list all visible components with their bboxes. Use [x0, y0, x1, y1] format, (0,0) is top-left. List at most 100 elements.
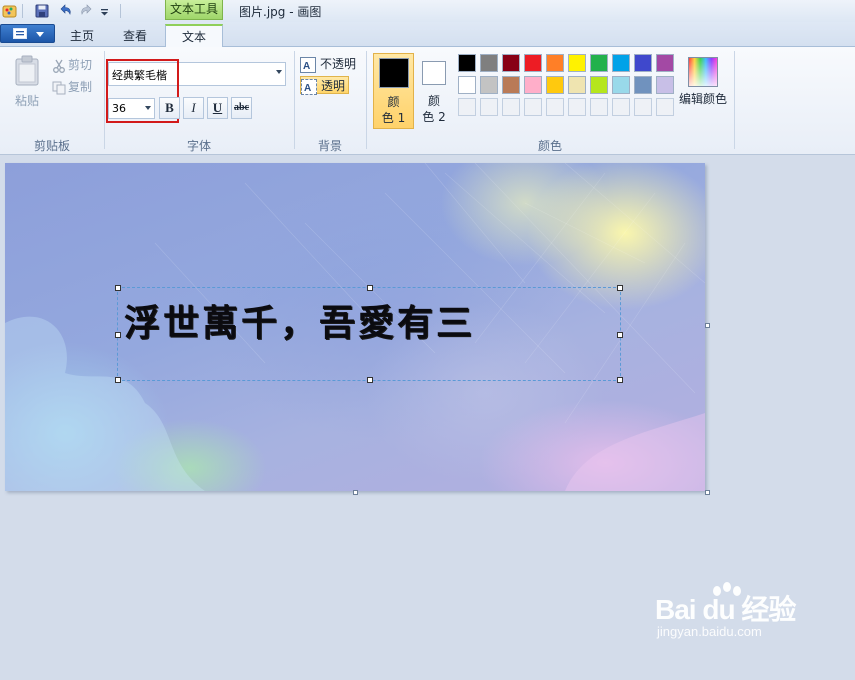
palette-swatch[interactable]	[502, 98, 520, 116]
italic-button[interactable]: I	[183, 97, 204, 119]
transparent-option[interactable]: A 透明	[300, 76, 350, 95]
palette-swatch[interactable]	[612, 54, 630, 72]
ribbon: 粘贴 剪切 复制 剪贴板 经典繁毛楷 36 B I U abc 字体 A 不透明…	[0, 47, 855, 155]
resize-handle[interactable]	[617, 285, 623, 291]
save-icon[interactable]	[34, 3, 50, 19]
chevron-down-icon	[276, 70, 282, 74]
paste-icon	[15, 55, 39, 86]
title-bar: 文本工具 图片.jpg - 画图	[0, 0, 855, 22]
paw-logo-icon	[713, 582, 741, 596]
color1-button[interactable]: 颜 色 1	[373, 53, 414, 129]
color1-label-line1: 颜	[387, 95, 400, 109]
resize-handle[interactable]	[367, 377, 373, 383]
palette-swatch[interactable]	[458, 54, 476, 72]
toolbar-separator	[120, 4, 121, 18]
svg-text:A: A	[304, 83, 311, 94]
palette-swatch[interactable]	[612, 98, 630, 116]
palette-swatch[interactable]	[568, 98, 586, 116]
edit-colors-button[interactable]: 编辑颜色	[678, 55, 728, 107]
palette-swatch[interactable]	[546, 54, 564, 72]
resize-handle[interactable]	[617, 377, 623, 383]
window-title: 图片.jpg - 画图	[239, 5, 322, 19]
color2-swatch	[422, 61, 446, 85]
palette-swatch[interactable]	[634, 76, 652, 94]
palette-swatch[interactable]	[480, 98, 498, 116]
palette-swatch[interactable]	[458, 98, 476, 116]
customize-quick-access-icon[interactable]	[99, 3, 111, 19]
resize-handle[interactable]	[115, 377, 121, 383]
canvas-resize-handle-bottom[interactable]	[353, 490, 358, 495]
tab-text[interactable]: 文本	[165, 24, 223, 47]
palette-swatch[interactable]	[458, 76, 476, 94]
cut-button[interactable]: 剪切	[52, 56, 92, 73]
paste-label: 粘贴	[14, 94, 39, 108]
transparent-icon: A	[301, 78, 317, 95]
copy-icon	[52, 81, 66, 94]
group-separator	[366, 51, 367, 149]
svg-text:A: A	[303, 61, 310, 72]
palette-swatch[interactable]	[546, 76, 564, 94]
color2-label-line2: 色 2	[422, 110, 446, 124]
palette-swatch[interactable]	[656, 98, 674, 116]
palette-swatch[interactable]	[634, 98, 652, 116]
palette-swatch[interactable]	[568, 76, 586, 94]
palette-swatch[interactable]	[590, 54, 608, 72]
palette-swatch[interactable]	[546, 98, 564, 116]
undo-icon[interactable]	[57, 3, 73, 19]
resize-handle[interactable]	[367, 285, 373, 291]
palette-swatch[interactable]	[568, 54, 586, 72]
text-tools-context-header: 文本工具	[165, 0, 223, 20]
text-box[interactable]: 浮世萬千，吾愛有三	[115, 285, 623, 383]
tab-home[interactable]: 主页	[57, 25, 107, 47]
bold-button[interactable]: B	[159, 97, 180, 119]
color2-button[interactable]: 颜 色 2	[417, 53, 451, 129]
strikethrough-button[interactable]: abc	[231, 97, 252, 119]
opaque-label: 不透明	[320, 57, 357, 71]
underline-button[interactable]: U	[207, 97, 228, 119]
font-group-label: 字体	[186, 139, 211, 153]
group-separator	[104, 51, 105, 149]
paint-app-icon[interactable]	[2, 3, 18, 19]
copy-label: 复制	[68, 80, 93, 94]
watermark-url: jingyan.baidu.com	[657, 624, 762, 639]
palette-swatch[interactable]	[502, 54, 520, 72]
palette-swatch[interactable]	[524, 54, 542, 72]
edit-colors-label: 编辑颜色	[678, 92, 727, 106]
palette-swatch[interactable]	[612, 76, 630, 94]
color2-label-line1: 颜	[427, 94, 440, 108]
palette-swatch[interactable]	[634, 54, 652, 72]
palette-swatch[interactable]	[590, 76, 608, 94]
paste-button[interactable]: 粘贴	[10, 55, 44, 109]
canvas-text[interactable]: 浮世萬千，吾愛有三	[124, 294, 475, 346]
palette-swatch[interactable]	[524, 98, 542, 116]
palette-swatch[interactable]	[480, 76, 498, 94]
palette-swatch[interactable]	[590, 98, 608, 116]
clipboard-group-label: 剪贴板	[33, 139, 70, 153]
colors-group-label: 颜色	[537, 139, 562, 153]
palette-swatch[interactable]	[502, 76, 520, 94]
palette-swatch[interactable]	[656, 76, 674, 94]
color1-swatch	[378, 58, 409, 88]
canvas-resize-handle-right[interactable]	[705, 323, 710, 328]
palette-swatch[interactable]	[656, 54, 674, 72]
redo-icon[interactable]	[79, 3, 95, 19]
group-separator	[734, 51, 735, 149]
resize-handle[interactable]	[617, 332, 623, 338]
tab-view[interactable]: 查看	[110, 25, 160, 47]
palette-swatch[interactable]	[524, 76, 542, 94]
palette-swatch[interactable]	[480, 54, 498, 72]
resize-handle[interactable]	[115, 285, 121, 291]
color1-label-line2: 色 1	[381, 111, 406, 125]
group-separator	[294, 51, 295, 149]
chevron-down-icon	[36, 32, 44, 37]
opaque-icon: A	[300, 56, 316, 73]
toolbar-separator	[22, 4, 23, 18]
paint-menu-button[interactable]	[0, 24, 55, 43]
opaque-option[interactable]: A 不透明	[300, 55, 356, 73]
scissors-icon	[53, 59, 65, 73]
copy-button[interactable]: 复制	[52, 78, 92, 95]
canvas-resize-handle-corner[interactable]	[705, 490, 710, 495]
resize-handle[interactable]	[115, 332, 121, 338]
drawing-canvas[interactable]: 浮世萬千，吾愛有三	[5, 163, 705, 491]
menu-icon	[13, 28, 27, 39]
